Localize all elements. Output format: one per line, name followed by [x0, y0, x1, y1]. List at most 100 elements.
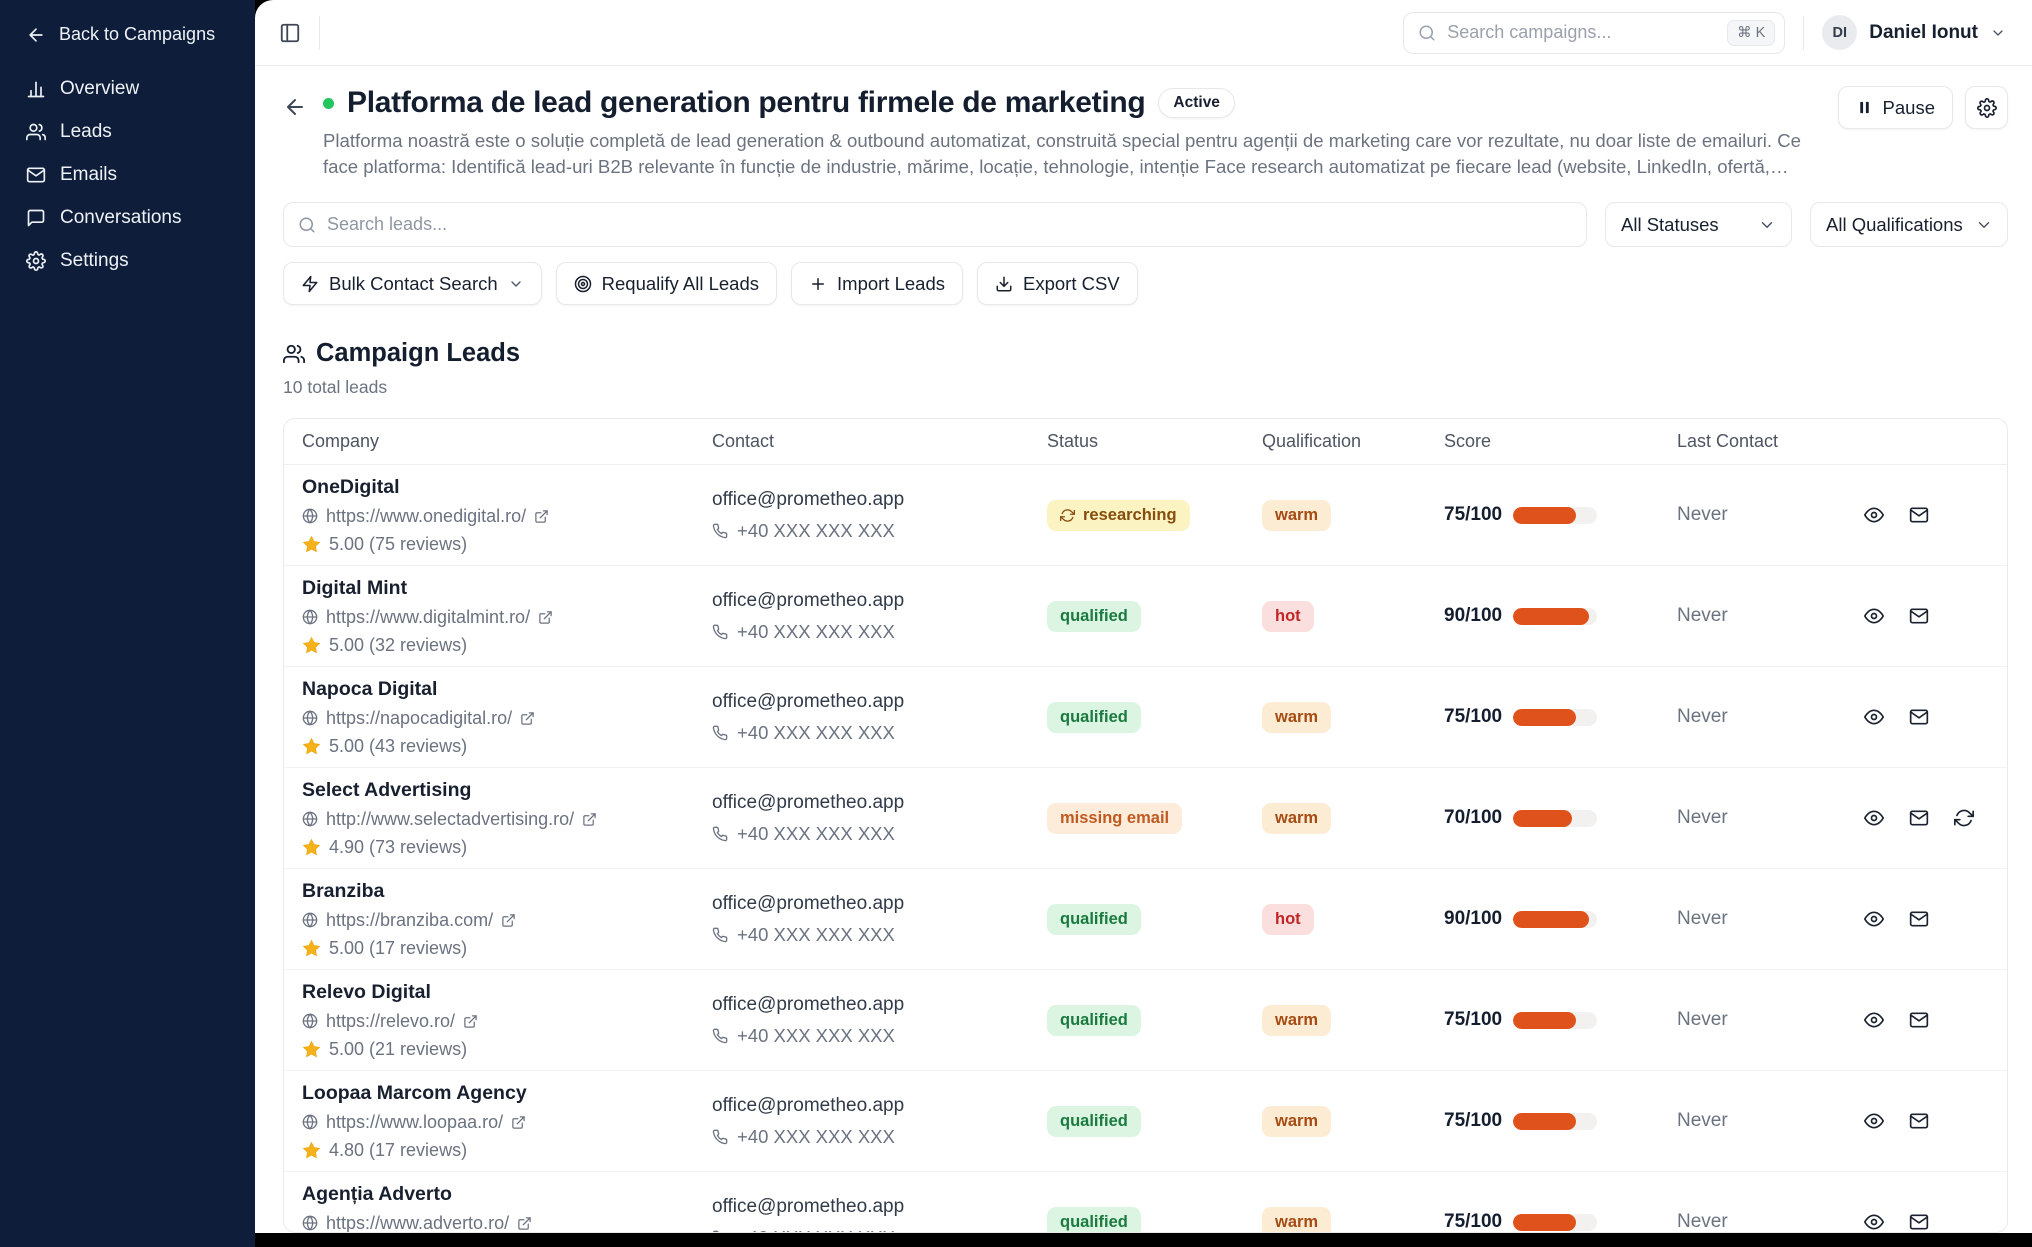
qualification-filter-select[interactable]: All Qualifications: [1810, 202, 2008, 247]
company-name: Branziba: [302, 880, 712, 903]
import-leads-button[interactable]: Import Leads: [791, 262, 963, 305]
campaign-settings-button[interactable]: [1965, 86, 2008, 129]
sidebar-item-label: Leads: [60, 121, 112, 143]
user-menu[interactable]: DI Daniel Ionut: [1822, 15, 2006, 50]
view-lead-button[interactable]: [1864, 606, 1884, 626]
external-link-icon[interactable]: [534, 509, 549, 524]
pause-button[interactable]: Pause: [1838, 86, 1953, 129]
email-lead-button[interactable]: [1909, 505, 1929, 525]
score-value: 75/100: [1444, 504, 1502, 526]
email-lead-button[interactable]: [1909, 1010, 1929, 1030]
company-url[interactable]: https://www.digitalmint.ro/: [326, 607, 530, 628]
star-icon: [302, 838, 321, 857]
view-lead-button[interactable]: [1864, 1010, 1884, 1030]
company-url[interactable]: https://branziba.com/: [326, 910, 493, 931]
score-bar: [1513, 1012, 1597, 1029]
sidebar-item-overview[interactable]: Overview: [12, 71, 243, 107]
qualification-badge: warm: [1262, 1106, 1331, 1137]
score-value: 90/100: [1444, 908, 1502, 930]
topbar-divider: [1803, 16, 1804, 50]
email-lead-button[interactable]: [1909, 909, 1929, 929]
leads-table: CompanyContactStatusQualificationScoreLa…: [283, 418, 2008, 1233]
lead-search-input[interactable]: [327, 214, 1572, 235]
requalify-lead-button[interactable]: [1954, 808, 1974, 828]
company-url[interactable]: https://www.onedigital.ro/: [326, 506, 526, 527]
qualification-cell: warm: [1262, 1005, 1444, 1036]
company-rating: 5.00 (32 reviews): [329, 635, 467, 656]
status-badge: researching: [1047, 500, 1190, 531]
score-cell: 70/100: [1444, 807, 1677, 829]
view-lead-button[interactable]: [1864, 707, 1884, 727]
total-leads-count: 10 total leads: [283, 377, 2008, 398]
company-rating: 4.80 (17 reviews): [329, 1140, 467, 1161]
company-url[interactable]: https://napocadigital.ro/: [326, 708, 512, 729]
users-icon: [26, 122, 46, 142]
globe-icon: [302, 1013, 318, 1029]
view-lead-button[interactable]: [1864, 505, 1884, 525]
row-actions: [1864, 909, 1987, 929]
external-link-icon[interactable]: [520, 711, 535, 726]
back-button[interactable]: [283, 95, 307, 119]
sidebar-toggle-icon[interactable]: [279, 22, 301, 44]
status-filter-select[interactable]: All Statuses: [1605, 202, 1792, 247]
qualification-badge: hot: [1262, 601, 1314, 632]
view-lead-button[interactable]: [1864, 808, 1884, 828]
contact-email: office@prometheo.app: [712, 792, 1047, 814]
globe-icon: [302, 508, 318, 524]
status-badge: missing email: [1047, 803, 1182, 834]
qualification-cell: warm: [1262, 1106, 1444, 1137]
external-link-icon[interactable]: [538, 610, 553, 625]
company-cell: OneDigitalhttps://www.onedigital.ro/5.00…: [302, 476, 712, 555]
avatar: DI: [1822, 15, 1857, 50]
topbar-divider: [319, 16, 320, 50]
external-link-icon[interactable]: [582, 812, 597, 827]
bulk-contact-search-button[interactable]: Bulk Contact Search: [283, 262, 542, 305]
campaign-search[interactable]: ⌘ K: [1403, 12, 1785, 54]
export-csv-button[interactable]: Export CSV: [977, 262, 1138, 305]
campaign-search-input[interactable]: [1447, 22, 1716, 43]
star-icon: [302, 636, 321, 655]
contact-cell: office@prometheo.app+40 XXX XXX XXX: [712, 792, 1047, 845]
row-actions: [1864, 707, 1987, 727]
score-cell: 90/100: [1444, 908, 1677, 930]
qualification-cell: hot: [1262, 601, 1444, 632]
qualification-badge: warm: [1262, 1207, 1331, 1233]
email-lead-button[interactable]: [1909, 707, 1929, 727]
column-header: Status: [1047, 431, 1262, 452]
company-name: Select Advertising: [302, 779, 712, 802]
email-lead-button[interactable]: [1909, 1212, 1929, 1232]
last-contact-cell: Never: [1677, 908, 1864, 930]
status-badge: qualified: [1047, 1106, 1141, 1137]
external-link-icon[interactable]: [511, 1115, 526, 1130]
lead-search[interactable]: [283, 202, 1587, 247]
email-lead-button[interactable]: [1909, 606, 1929, 626]
company-url[interactable]: https://www.adverto.ro/: [326, 1213, 509, 1233]
back-to-campaigns-link[interactable]: Back to Campaigns: [0, 0, 255, 45]
requalify-all-leads-button[interactable]: Requalify All Leads: [556, 262, 777, 305]
filters-row: All Statuses All Qualifications: [283, 202, 2008, 247]
email-lead-button[interactable]: [1909, 808, 1929, 828]
external-link-icon[interactable]: [463, 1014, 478, 1029]
email-lead-button[interactable]: [1909, 1111, 1929, 1131]
sidebar-item-leads[interactable]: Leads: [12, 114, 243, 150]
last-contact-cell: Never: [1677, 605, 1864, 627]
sidebar-item-conversations[interactable]: Conversations: [12, 200, 243, 236]
status-badge: qualified: [1047, 904, 1141, 935]
company-url[interactable]: https://relevo.ro/: [326, 1011, 455, 1032]
company-url[interactable]: http://www.selectadvertising.ro/: [326, 809, 574, 830]
contact-phone: +40 XXX XXX XXX: [737, 924, 895, 946]
view-lead-button[interactable]: [1864, 1111, 1884, 1131]
user-name: Daniel Ionut: [1869, 22, 1978, 44]
chevron-down-icon: [1990, 25, 2006, 41]
company-url[interactable]: https://www.loopaa.ro/: [326, 1112, 503, 1133]
sidebar-item-settings[interactable]: Settings: [12, 243, 243, 279]
external-link-icon[interactable]: [501, 913, 516, 928]
view-lead-button[interactable]: [1864, 1212, 1884, 1232]
contact-email: office@prometheo.app: [712, 691, 1047, 713]
row-actions: [1864, 1111, 1987, 1131]
star-icon: [302, 737, 321, 756]
external-link-icon[interactable]: [517, 1216, 532, 1231]
sidebar: Back to Campaigns Overview Leads Emails …: [0, 0, 255, 1247]
view-lead-button[interactable]: [1864, 909, 1884, 929]
sidebar-item-emails[interactable]: Emails: [12, 157, 243, 193]
